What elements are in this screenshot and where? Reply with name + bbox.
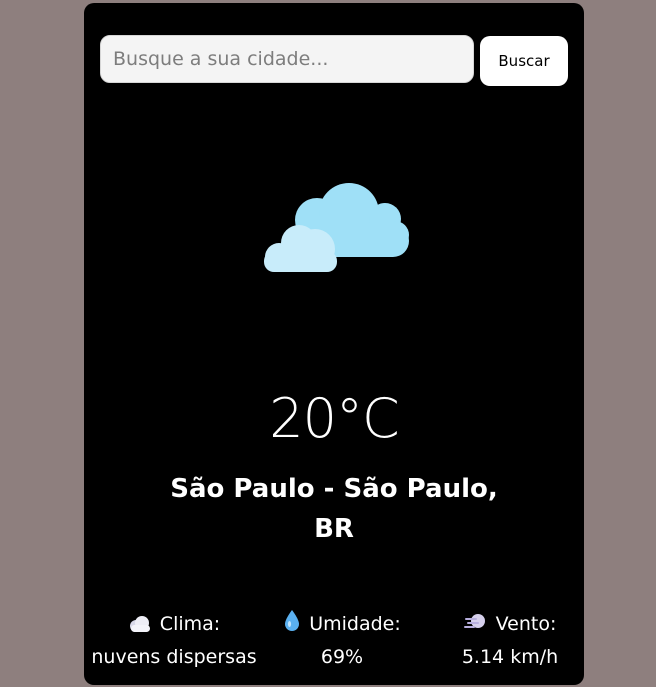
search-button[interactable]: Buscar <box>480 36 568 86</box>
umidade-label: Umidade: <box>309 613 401 635</box>
search-bar: Buscar <box>100 35 568 87</box>
city-search-input[interactable] <box>100 35 474 83</box>
weather-details: Clima: nuvens dispersas Umidade: 69% Ven… <box>84 609 584 673</box>
clouds-icon <box>257 175 413 275</box>
cloud-icon <box>128 612 152 642</box>
country-code: BR <box>314 514 354 544</box>
detail-umidade: Umidade: 69% <box>272 609 412 672</box>
clima-value: nuvens dispersas <box>91 646 257 668</box>
city-name: São Paulo - São Paulo, BR <box>144 469 524 549</box>
wind-icon <box>463 611 488 642</box>
umidade-value: 69% <box>320 646 364 668</box>
weather-card: Buscar 20°C São Paulo - São Paulo, BR <box>84 3 584 685</box>
detail-vento: Vento: 5.14 km/h <box>440 609 580 672</box>
temperature-value: 20°C <box>269 387 399 450</box>
detail-clima: Clima: nuvens dispersas <box>84 609 264 672</box>
droplet-icon <box>283 609 301 642</box>
city-name-line: São Paulo - São Paulo, <box>170 474 498 504</box>
vento-value: 5.14 km/h <box>461 646 559 668</box>
vento-label: Vento: <box>495 613 557 635</box>
clima-label: Clima: <box>159 613 221 635</box>
